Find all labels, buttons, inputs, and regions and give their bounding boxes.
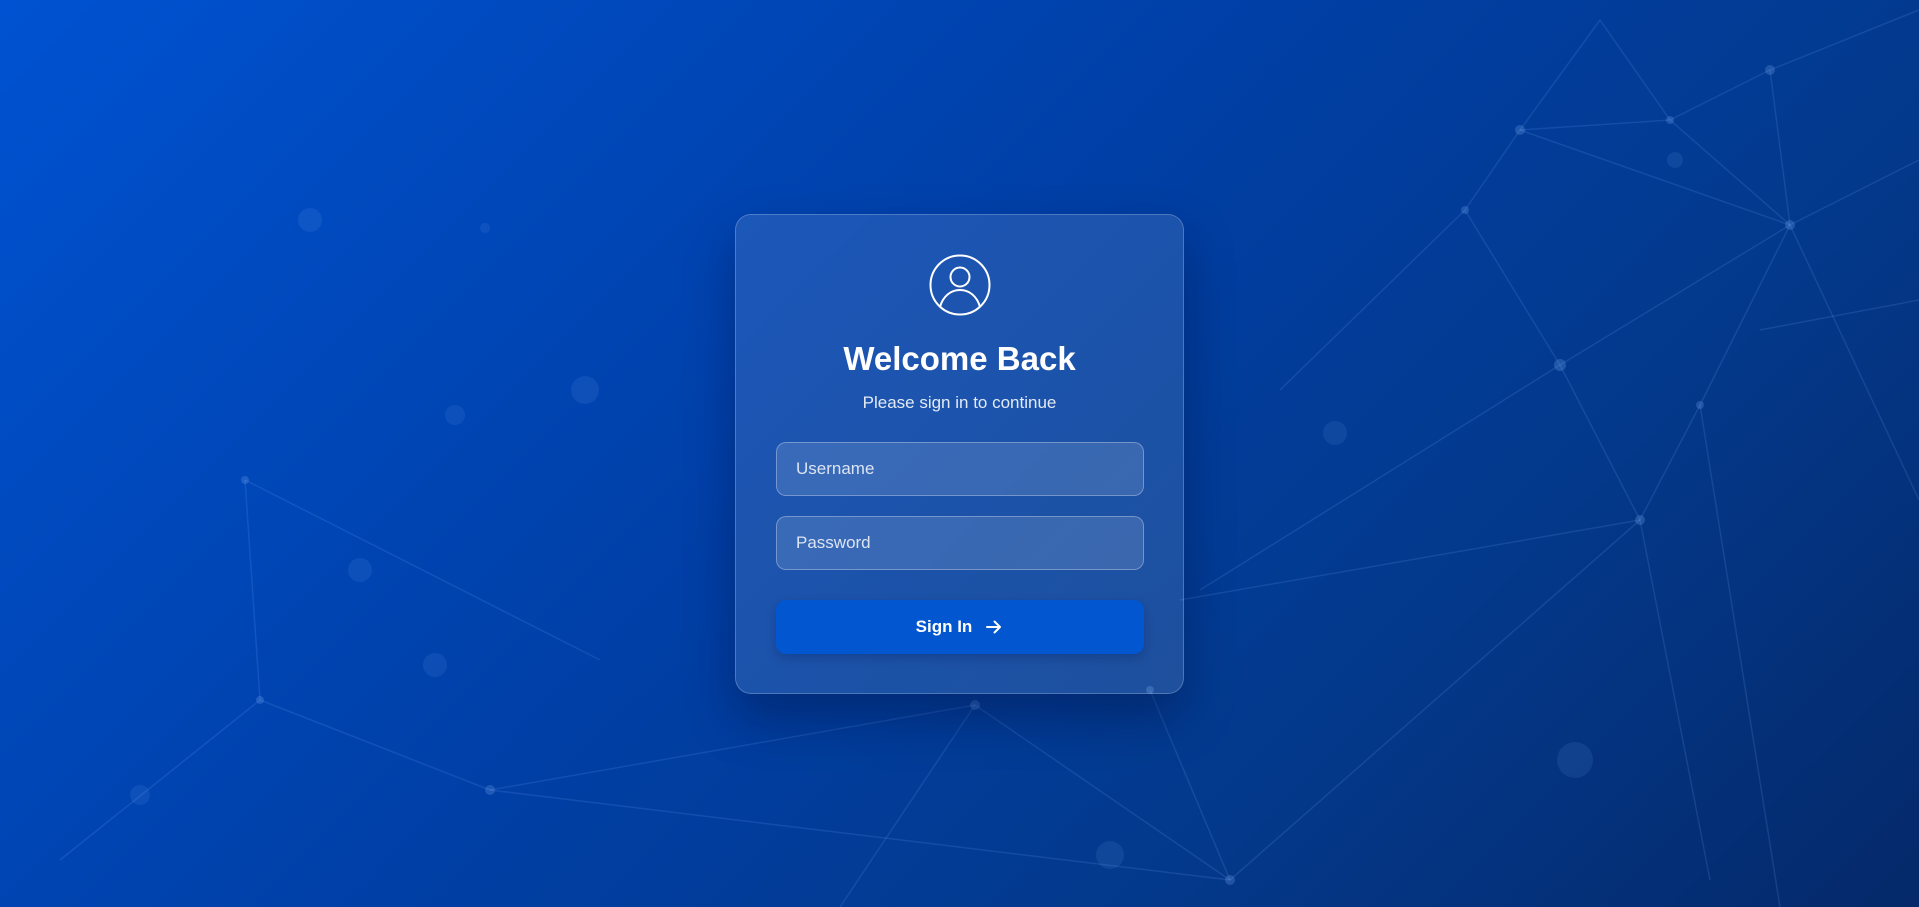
- sign-in-button-label: Sign In: [915, 617, 973, 636]
- user-circle-icon: [929, 254, 991, 316]
- page-subtitle: Please sign in to continue: [862, 393, 1057, 412]
- username-input[interactable]: [776, 442, 1144, 496]
- page-title: Welcome Back: [843, 340, 1076, 377]
- login-card: Welcome Back Please sign in to continue …: [735, 214, 1184, 694]
- password-input[interactable]: [776, 516, 1144, 570]
- arrow-right-icon: [984, 617, 1004, 637]
- sign-in-button[interactable]: Sign In: [776, 600, 1144, 654]
